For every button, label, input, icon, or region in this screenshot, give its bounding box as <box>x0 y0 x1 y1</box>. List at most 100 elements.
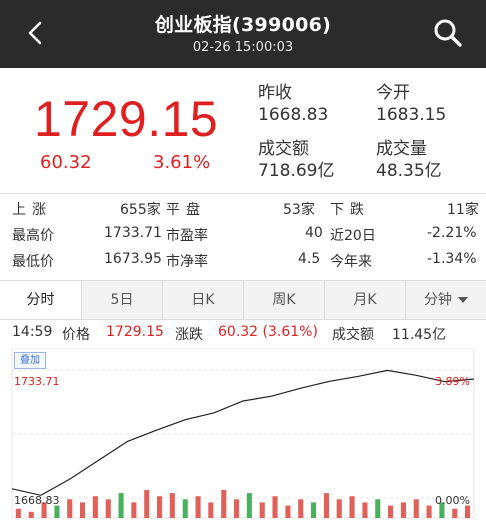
prev-close-label: 昨收 <box>258 83 292 103</box>
rise-label: 上涨 <box>12 202 52 218</box>
price-series-line <box>11 369 475 496</box>
volume-bar <box>349 496 355 518</box>
volume-bar <box>80 502 86 518</box>
tab-intraday[interactable]: 分时 <box>0 281 82 319</box>
volume-bar <box>362 502 368 518</box>
volume-bar <box>336 499 342 518</box>
info-row: 最高价 1733.71 市盈率 40 近20日 -2.21% <box>0 225 486 247</box>
volume-bar <box>375 499 381 518</box>
volume-bar <box>323 493 329 518</box>
current-price: 1729.15 <box>34 91 219 147</box>
volume-bar <box>67 499 73 518</box>
volume-bar <box>208 502 214 518</box>
pct-max-label: 3.89% <box>435 375 470 388</box>
tab-weekly-k[interactable]: 周K <box>244 281 325 319</box>
high-label: 最高价 <box>12 228 54 244</box>
fall-value: 11家 <box>447 202 479 218</box>
crosshair-price-label: 价格 <box>62 327 90 343</box>
volume-bar <box>234 499 240 518</box>
volume-bar <box>221 490 227 518</box>
prev-close-stat: 昨收 1668.83 <box>258 82 328 126</box>
pb-value: 4.5 <box>298 251 321 267</box>
top-bar: 创业板指(399006) 02-26 15:00:03 <box>0 0 486 68</box>
low-label: 最低价 <box>12 254 54 270</box>
low-value: 1673.95 <box>104 251 162 267</box>
ytd-value: -1.34% <box>427 251 477 267</box>
volume-bar <box>131 502 137 518</box>
volume-bar <box>28 511 34 518</box>
volume-bar <box>413 499 419 518</box>
crosshair-change-label: 涨跌 <box>175 327 203 343</box>
volume-bar <box>400 502 406 518</box>
tab-minute-label: 分钟 <box>424 292 452 308</box>
volume-bar <box>452 508 458 518</box>
fall-label: 下跌 <box>330 202 370 218</box>
tab-monthly-k[interactable]: 月K <box>325 281 406 319</box>
rise-value: 655家 <box>120 202 161 218</box>
volume-bar <box>246 493 252 518</box>
crosshair-price: 1729.15 <box>106 324 164 340</box>
volume-bar <box>169 493 175 518</box>
crosshair-turnover-label: 成交额 <box>332 327 374 343</box>
y-min-label: 1668.83 <box>14 494 60 507</box>
volume-bar <box>92 496 98 518</box>
flat-label: 平盘 <box>166 202 206 218</box>
tab-5day[interactable]: 5日 <box>82 281 163 319</box>
flat-value: 53家 <box>283 202 315 218</box>
volume-bar <box>144 490 150 518</box>
pb-label: 市净率 <box>166 254 208 270</box>
search-icon[interactable] <box>432 17 464 49</box>
volume-bar <box>15 508 21 518</box>
volume-bar <box>298 499 304 518</box>
quote-summary: 1729.15 60.32 3.61% 昨收 1668.83 今开 1683.1… <box>0 68 486 194</box>
tab-minute[interactable]: 分钟 <box>406 281 486 319</box>
tab-daily-k[interactable]: 日K <box>163 281 244 319</box>
turnover-stat: 成交额 718.69亿 <box>258 138 334 182</box>
crosshair-change: 60.32 (3.61%) <box>218 324 318 340</box>
divider <box>0 193 486 194</box>
crosshair-time: 14:59 <box>12 324 53 340</box>
volume-bar <box>259 502 265 518</box>
crosshair-readout: 14:59 价格 1729.15 涨跌 60.32 (3.61%) 成交额 11… <box>0 322 486 346</box>
volume-bar <box>388 505 394 518</box>
pe-value: 40 <box>305 225 323 241</box>
update-time: 02-26 15:00:03 <box>192 40 294 55</box>
price-change: 60.32 <box>40 152 92 173</box>
pe-label: 市盈率 <box>166 228 208 244</box>
volume-bar <box>182 499 188 518</box>
volume-bar <box>118 493 124 518</box>
volume-bar <box>465 505 471 518</box>
page-title: 创业板指(399006) <box>154 14 332 36</box>
volume-bar <box>157 496 163 518</box>
volume-bar <box>285 505 291 518</box>
open-stat: 今开 1683.15 <box>376 82 446 126</box>
volume-bar <box>195 496 201 518</box>
open-value: 1683.15 <box>376 105 447 125</box>
open-label: 今开 <box>376 83 410 103</box>
d20-value: -2.21% <box>427 225 477 241</box>
volume-label: 成交量 <box>376 139 427 159</box>
overlay-button[interactable]: 叠加 <box>14 352 46 369</box>
dropdown-caret-icon <box>458 297 468 303</box>
crosshair-turnover: 11.45亿 <box>392 327 447 343</box>
high-value: 1733.71 <box>104 225 162 241</box>
info-row: 上涨 655家 平盘 53家 下跌 11家 <box>0 199 486 221</box>
y-max-label: 1733.71 <box>14 375 60 388</box>
volume-bar <box>272 496 278 518</box>
volume-bar <box>426 505 432 518</box>
intraday-chart[interactable]: 叠加 1733.71 1668.83 3.89% 0.00% <box>10 348 476 525</box>
turnover-value: 718.69亿 <box>258 161 335 181</box>
info-row: 最低价 1673.95 市净率 4.5 今年来 -1.34% <box>0 251 486 273</box>
ytd-label: 今年来 <box>330 254 372 270</box>
volume-bar <box>311 502 317 518</box>
turnover-label: 成交额 <box>258 139 309 159</box>
d20-label: 近20日 <box>330 228 376 244</box>
price-change-pct: 3.61% <box>153 152 211 173</box>
volume-bar <box>54 505 60 518</box>
pct-min-label: 0.00% <box>435 494 470 507</box>
chart-canvas <box>11 348 475 519</box>
chart-tabs: 分时 5日 日K 周K 月K 分钟 <box>0 280 486 320</box>
volume-value: 48.35亿 <box>376 161 442 181</box>
volume-bar <box>105 499 111 518</box>
prev-close-value: 1668.83 <box>258 105 329 125</box>
